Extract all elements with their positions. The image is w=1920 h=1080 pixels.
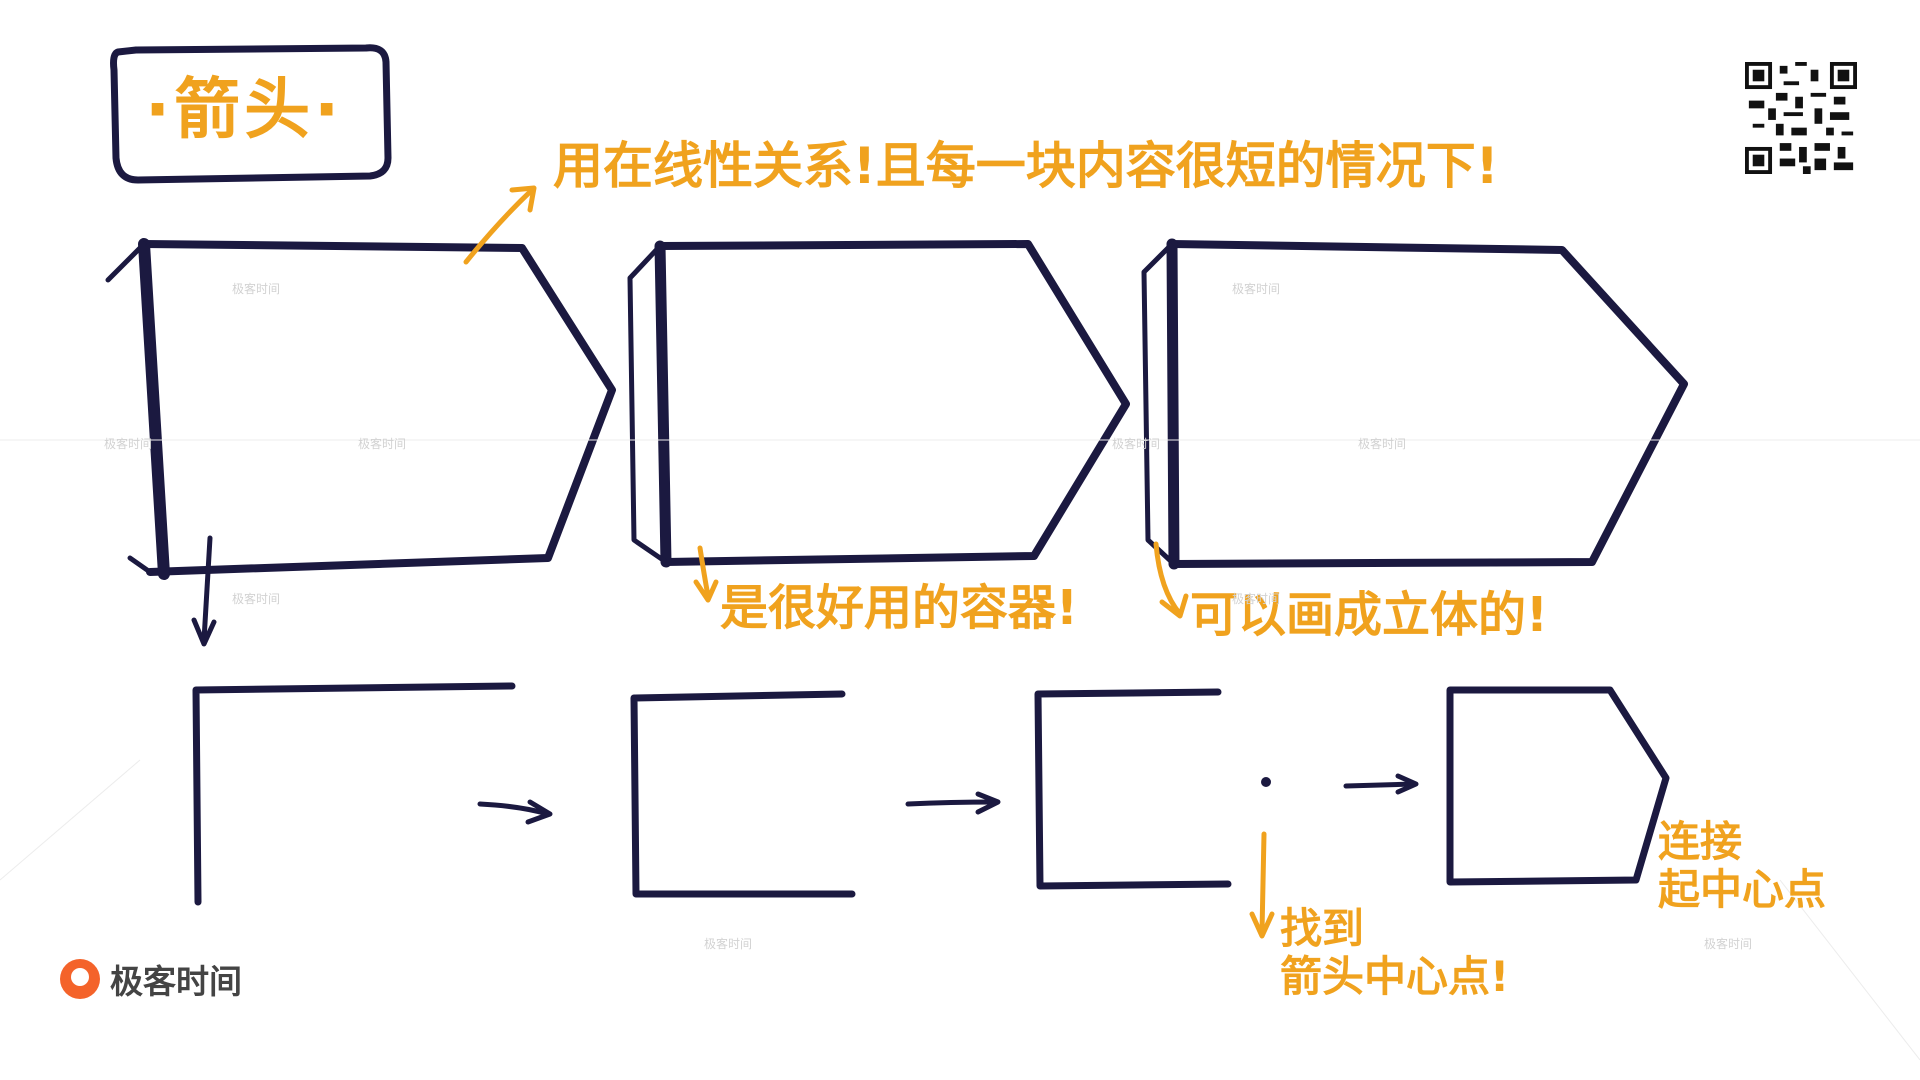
watermark: 极客时间 [1112, 437, 1161, 451]
step-3-shape [1034, 688, 1271, 890]
arrow-shape-3d-b [1141, 238, 1688, 570]
step-2-shape [630, 690, 856, 898]
watermark: 极客时间 [1704, 937, 1753, 951]
watermark: 极客时间 [1232, 592, 1281, 606]
arrow-shape-flat [105, 238, 616, 580]
step-1-shape [192, 682, 516, 906]
step-4-shape [1446, 686, 1670, 886]
sketchnote-canvas: ·箭头· 用在线性关系!且每一块内容很短的情况下! 是很好用的容器! 可以画成立… [0, 0, 1920, 1080]
watermark: 极客时间 [358, 437, 407, 451]
diagram-title: ·箭头· [145, 71, 344, 148]
brand-logo: 极客时间 [60, 955, 242, 1003]
watermark: 极客时间 [704, 937, 753, 951]
watermark: 极客时间 [1358, 437, 1407, 451]
watermark: 极客时间 [1232, 282, 1281, 296]
center-point [1261, 777, 1271, 787]
annotation-linear-relation: 用在线性关系!且每一块内容很短的情况下! [553, 137, 1499, 195]
geektime-logo-icon [60, 959, 100, 999]
annotation-find-center: 找到 箭头中心点! [1280, 904, 1510, 1002]
qr-code-icon [1745, 62, 1857, 174]
annotation-connect-center: 连接 起中心点 [1658, 817, 1827, 915]
watermark: 极客时间 [104, 437, 153, 451]
annotation-good-container: 是很好用的容器! [720, 580, 1078, 636]
background-guides [0, 439, 1920, 1061]
watermark: 极客时间 [232, 282, 281, 296]
arrow-shape-3d-a [627, 240, 1130, 568]
logo-text: 极客时间 [110, 962, 242, 1001]
watermark: 极客时间 [232, 592, 281, 606]
